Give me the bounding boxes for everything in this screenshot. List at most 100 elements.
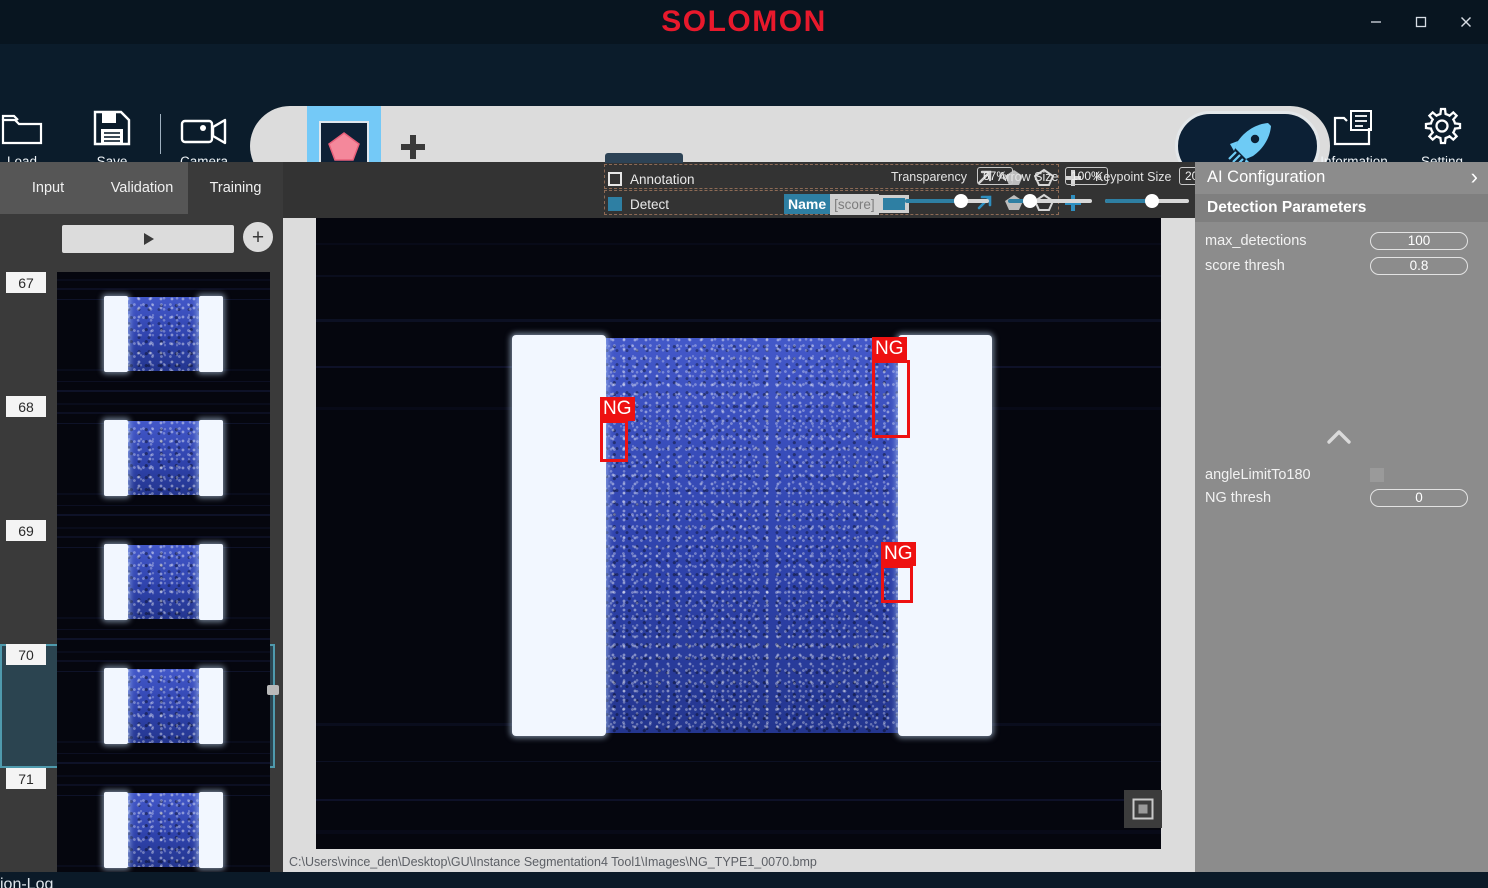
file-path-bar: C:\Users\vince_den\Desktop\GU\Instance S…	[283, 852, 1195, 872]
left-panel: Input Validation Training + 67 68 69 70 71	[0, 162, 283, 872]
score-thresh-label: score thresh	[1195, 258, 1370, 274]
image-viewer[interactable]: NGNGNG	[283, 218, 1195, 848]
param-row-score-thresh: score thresh 0.8	[1195, 253, 1488, 278]
annotation-checkbox[interactable]	[608, 172, 622, 186]
detect-label: Detect	[630, 197, 669, 212]
score-chip[interactable]: [score]	[830, 194, 879, 215]
thumbnail-image[interactable]	[57, 768, 270, 872]
thumbnail-image[interactable]	[57, 644, 270, 768]
component-render	[57, 520, 270, 644]
arrow-size-knob[interactable]	[1023, 194, 1037, 208]
load-button[interactable]: Load	[0, 104, 58, 169]
play-button[interactable]	[62, 225, 234, 253]
thumbnail-image[interactable]	[57, 396, 270, 520]
detect-label-format[interactable]: Name [score]	[784, 194, 909, 214]
information-button[interactable]: Information	[1318, 104, 1390, 169]
score-thresh-field[interactable]: 0.8	[1370, 257, 1468, 275]
list-item[interactable]: 68	[0, 396, 275, 520]
list-item[interactable]: 70	[0, 644, 275, 768]
plus-icon[interactable]	[1064, 194, 1082, 217]
arrow-size-caption: Arrow Size	[998, 170, 1058, 184]
application-window: SOLOMON Load Save	[0, 0, 1488, 888]
component-render	[57, 396, 270, 520]
detection-box[interactable]	[881, 565, 913, 603]
fit-to-window-icon[interactable]	[1124, 790, 1162, 828]
tab-validation[interactable]: Validation	[96, 162, 188, 214]
add-image-button[interactable]: +	[243, 222, 273, 252]
thumbnail-index: 71	[6, 768, 46, 789]
param-row-angle-limit: angleLimitTo180	[1195, 462, 1488, 487]
close-icon[interactable]	[1443, 0, 1488, 44]
transparency-caption: Transparency	[891, 170, 967, 184]
bottom-bar	[0, 872, 1488, 888]
list-item[interactable]: 69	[0, 520, 275, 644]
detection-label: NG	[600, 397, 635, 421]
advanced-parameters-group: angleLimitTo180 NG thresh 0	[1195, 438, 1488, 506]
thumbnail-image[interactable]	[57, 272, 270, 396]
arrow-icon[interactable]	[975, 193, 994, 217]
save-button[interactable]: Save	[76, 104, 148, 169]
save-disk-icon	[93, 104, 131, 146]
transparency-fill	[905, 199, 961, 203]
tab-input[interactable]: Input	[0, 162, 96, 214]
max-detections-field[interactable]: 100	[1370, 232, 1468, 250]
scrollbar-handle[interactable]	[267, 685, 279, 695]
app-brand-title: SOLOMON	[0, 0, 1488, 44]
component-render	[57, 768, 270, 872]
minimize-icon[interactable]	[1353, 0, 1398, 44]
thumbnail-index: 69	[6, 520, 46, 541]
annotation-label: Annotation	[630, 172, 695, 187]
inspection-image[interactable]: NGNGNG	[316, 218, 1161, 849]
detection-box[interactable]	[600, 420, 628, 462]
ai-configuration-title: AI Configuration	[1207, 168, 1325, 187]
annotation-row: Annotation	[608, 167, 695, 191]
gear-icon	[1422, 104, 1462, 146]
right-panel: AI Configuration › Detection Parameters …	[1195, 162, 1488, 872]
thumbnail-scrollbar[interactable]	[273, 272, 281, 872]
detect-row: Detect	[608, 192, 669, 216]
component-render	[57, 272, 270, 396]
tab-training[interactable]: Training	[188, 162, 283, 214]
thumbnail-image[interactable]	[57, 520, 270, 644]
maximize-icon[interactable]	[1398, 0, 1443, 44]
dataset-tabs: Input Validation Training	[0, 162, 283, 214]
annotation-panel-tab[interactable]	[605, 153, 683, 163]
camera-button[interactable]: Camera	[168, 104, 240, 169]
param-row-max-detections: max_detections 100	[1195, 228, 1488, 253]
thumbnail-index: 67	[6, 272, 46, 293]
log-label[interactable]: ion-Log	[0, 876, 53, 888]
detect-checkbox[interactable]	[608, 197, 622, 211]
component-render	[316, 218, 1161, 849]
toolbar-divider	[160, 114, 161, 154]
center-panel: Annotation Detect Name	[283, 162, 1195, 872]
transparency-knob[interactable]	[954, 194, 968, 208]
detection-box[interactable]	[872, 360, 910, 438]
ai-configuration-header: AI Configuration ›	[1195, 162, 1488, 192]
annotation-toolbar: Annotation Detect Name	[283, 162, 1195, 218]
thumbnail-index: 68	[6, 396, 46, 417]
name-chip[interactable]: Name	[784, 194, 830, 214]
filled-pentagon-icon[interactable]	[1004, 193, 1024, 217]
main-toolbar: Load Save Camera	[0, 44, 1488, 162]
keypoint-size-knob[interactable]	[1145, 194, 1159, 208]
angle-limit-checkbox[interactable]	[1370, 468, 1384, 482]
chevron-right-icon[interactable]: ›	[1471, 164, 1478, 190]
information-icon	[1331, 104, 1377, 146]
add-tool-button[interactable]	[398, 132, 428, 162]
chevron-up-icon[interactable]	[1325, 428, 1353, 451]
ng-thresh-label: NG thresh	[1195, 490, 1370, 506]
outline-pentagon-icon[interactable]	[1034, 193, 1054, 217]
setting-button[interactable]: Setting	[1406, 104, 1478, 169]
thumbnail-list[interactable]: 67 68 69 70 71	[0, 272, 283, 872]
keypoint-size-caption: Keypoint Size	[1095, 170, 1171, 184]
window-controls	[1353, 0, 1488, 44]
title-bar: SOLOMON	[0, 0, 1488, 44]
detection-parameters-title: Detection Parameters	[1195, 194, 1488, 222]
thumbnail-index: 70	[6, 644, 46, 665]
detection-label: NG	[872, 337, 907, 361]
dataset-actions: +	[0, 214, 283, 266]
ng-thresh-field[interactable]: 0	[1370, 489, 1468, 507]
list-item[interactable]: 71	[0, 768, 275, 872]
color-swatch-chip[interactable]	[879, 195, 909, 213]
list-item[interactable]: 67	[0, 272, 275, 396]
